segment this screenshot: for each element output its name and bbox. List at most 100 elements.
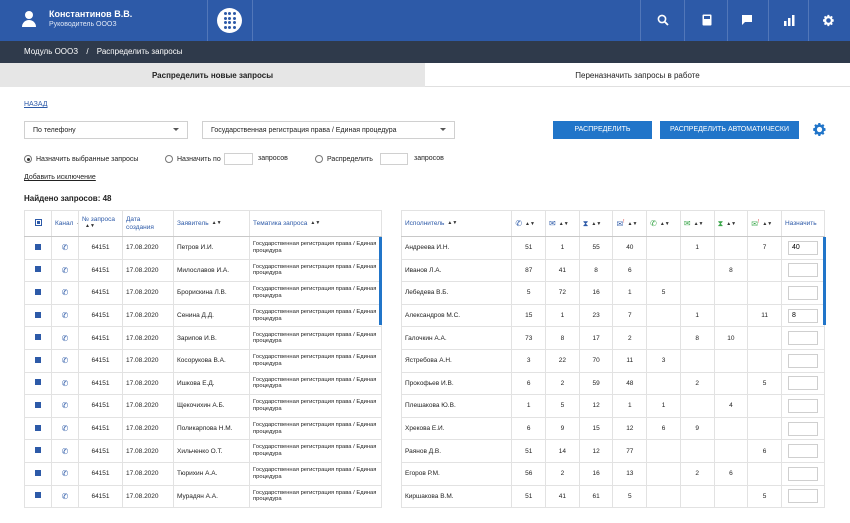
phone-icon: ✆ <box>61 401 69 411</box>
col-topic[interactable]: Тематика запроса ▲▼ <box>249 210 382 237</box>
select-all-checkbox[interactable] <box>24 210 52 237</box>
table-row[interactable]: Киршакова В.М. 51 41 61 5 5 <box>400 484 826 509</box>
col-mail[interactable]: ✉ ▲▼ <box>545 210 580 237</box>
assign-input[interactable] <box>787 489 818 504</box>
row-checkbox[interactable] <box>24 394 52 418</box>
table-row[interactable]: ✆ 64151 17.08.2020 Хильченко О.Т. Государств… <box>24 439 382 463</box>
distribute-count-input[interactable] <box>380 153 408 165</box>
assign-input[interactable] <box>787 240 818 255</box>
distribute-button[interactable]: РАСПРЕДЕЛИТЬ <box>553 121 652 139</box>
radio-distribute[interactable]: Распределить <box>315 155 373 163</box>
metric-cell <box>747 416 782 441</box>
channel-select[interactable]: По телефону <box>24 121 188 139</box>
row-checkbox[interactable] <box>24 461 52 486</box>
assign-input[interactable] <box>787 444 818 459</box>
metric-cell <box>646 439 681 463</box>
tab-reassign[interactable]: Переназначить запросы в работе <box>425 63 850 87</box>
table-row[interactable]: ✆ 64151 17.08.2020 Поликарпова Н.М. Государс… <box>24 416 382 441</box>
metric-cell <box>646 371 681 396</box>
table-row[interactable]: Ястребова А.Н. 3 22 70 11 3 <box>400 348 826 373</box>
row-checkbox[interactable] <box>24 326 52 350</box>
radio-assign-selected[interactable]: Назначить выбранные запросы <box>24 155 138 163</box>
table-row[interactable]: Андреева И.Н. 51 1 55 40 1 7 <box>400 236 826 260</box>
metric-cell: 10 <box>713 326 749 350</box>
back-link[interactable]: НАЗАД <box>24 101 48 108</box>
gear-icon[interactable] <box>820 12 836 28</box>
table-row[interactable]: Плешакова Ю.В. 1 5 12 1 1 4 <box>400 394 826 418</box>
table-row[interactable]: Лебедева В.Б. 5 72 16 1 5 <box>400 281 826 305</box>
col-applicant[interactable]: Заявитель ▲▼ <box>173 210 250 237</box>
row-checkbox[interactable] <box>24 303 52 328</box>
assign-input[interactable] <box>787 308 818 323</box>
table-row[interactable]: ✆ 64151 17.08.2020 Тюрихин А.А. Государствен… <box>24 461 382 486</box>
table-row[interactable]: ✆ 64151 17.08.2020 Петров И.И. Государственн… <box>24 236 382 260</box>
book-icon[interactable] <box>699 12 715 28</box>
metric-cell: 48 <box>612 371 648 396</box>
assign-input[interactable] <box>787 376 818 391</box>
dialpad-button[interactable] <box>217 8 242 33</box>
assign-input[interactable] <box>787 263 818 278</box>
row-checkbox[interactable] <box>24 348 52 373</box>
table-row[interactable]: ✆ 64151 17.08.2020 Милославов И.А. Государст… <box>24 258 382 283</box>
search-icon[interactable] <box>655 12 671 28</box>
metric-cell: 23 <box>578 303 614 328</box>
row-checkbox[interactable] <box>24 258 52 283</box>
col-mail-alert[interactable]: ✉! ▲▼ <box>612 210 648 237</box>
breadcrumb-module[interactable]: Модуль ОООЗ <box>24 47 78 56</box>
col-phone-green[interactable]: ✆ ▲▼ <box>646 210 681 237</box>
row-checkbox[interactable] <box>24 439 52 463</box>
row-checkbox[interactable] <box>24 281 52 305</box>
user-block[interactable]: Константинов В.В. Руководитель ОООЗ <box>22 9 132 28</box>
table-row[interactable]: ✆ 64151 17.08.2020 Косорукова В.А. Государст… <box>24 348 382 373</box>
col-channel[interactable]: Канал▲▼ <box>51 210 79 237</box>
service-select[interactable]: Государственная регистрация права / Един… <box>202 121 455 139</box>
assign-input[interactable] <box>787 331 818 346</box>
settings-gear-icon[interactable] <box>812 122 827 137</box>
table-row[interactable]: Раянов Д.В. 51 14 12 77 6 <box>400 439 826 463</box>
tab-distribute-new[interactable]: Распределить новые запросы <box>0 63 425 87</box>
row-checkbox[interactable] <box>24 236 52 260</box>
left-scrollbar[interactable] <box>379 237 382 325</box>
table-row[interactable]: ✆ 64151 17.08.2020 Мурадян А.А. Государствен… <box>24 484 382 509</box>
channel-cell: ✆ <box>51 394 79 418</box>
table-row[interactable]: Иванов Л.А. 87 41 8 6 8 <box>400 258 826 283</box>
add-exception-link[interactable]: Добавить исключение <box>24 174 96 181</box>
chat-icon[interactable] <box>739 12 755 28</box>
distribute-auto-button[interactable]: РАСПРЕДЕЛИТЬ АВТОМАТИЧЕСКИ <box>660 121 799 139</box>
table-row[interactable]: ✆ 64151 17.08.2020 Сенина Д.Д. Государственн… <box>24 303 382 328</box>
col-phone[interactable]: ✆ ▲▼ <box>511 210 547 237</box>
assign-input[interactable] <box>787 421 818 436</box>
row-checkbox[interactable] <box>24 484 52 509</box>
col-executor[interactable]: Исполнитель ▲▼ <box>400 210 513 237</box>
col-hourglass[interactable]: ⧗ ▲▼ <box>578 210 614 237</box>
col-mail-alert-green[interactable]: ✉! ▲▼ <box>747 210 782 237</box>
chart-icon[interactable] <box>781 12 797 28</box>
table-row[interactable]: Егоров Р.М. 56 2 16 13 2 6 <box>400 461 826 486</box>
executors-table: Исполнитель ▲▼ ✆ ▲▼ ✉ ▲▼ ⧗ ▲▼ ✉! ▲▼ ✆ ▲▼ ✉ ▲▼ ⧗… <box>400 210 826 509</box>
created-date: 17.08.2020 <box>122 439 174 463</box>
col-hourglass-green[interactable]: ⧗ ▲▼ <box>713 210 749 237</box>
assign-by-count-input[interactable] <box>224 153 253 165</box>
assign-input[interactable] <box>787 398 818 413</box>
assign-input[interactable] <box>787 285 818 300</box>
col-date[interactable]: Дата создания <box>122 210 174 237</box>
assign-input[interactable] <box>787 353 818 368</box>
col-mail-green[interactable]: ✉ ▲▼ <box>679 210 715 237</box>
table-row[interactable]: ✆ 64151 17.08.2020 Щекочихин А.Б. Государств… <box>24 394 382 418</box>
table-row[interactable]: Галочкин А.А. 73 8 17 2 8 10 <box>400 326 826 350</box>
radio-assign-by[interactable]: Назначить по <box>165 155 221 163</box>
table-row[interactable]: ✆ 64151 17.08.2020 Зарипов И.В. Государствен… <box>24 326 382 350</box>
table-row[interactable]: ✆ 64151 17.08.2020 Брорискина Л.В. Государст… <box>24 281 382 305</box>
row-checkbox[interactable] <box>24 371 52 396</box>
metric-cell: 8 <box>545 326 580 350</box>
col-num[interactable]: № запроса ▲▼ <box>78 210 123 237</box>
table-row[interactable]: Александров М.С. 15 1 23 7 1 11 <box>400 303 826 328</box>
table-row[interactable]: Прокофьев И.В. 6 2 59 48 2 5 <box>400 371 826 396</box>
assign-input[interactable] <box>787 466 818 481</box>
table-row[interactable]: ✆ 64151 17.08.2020 Ишкова Е.Д. Государственн… <box>24 371 382 396</box>
table-row[interactable]: Хрекова Е.И. 6 9 15 12 6 9 <box>400 416 826 441</box>
right-scrollbar[interactable] <box>823 237 826 325</box>
row-checkbox[interactable] <box>24 416 52 441</box>
chevron-down-icon <box>173 128 179 131</box>
phone-green-icon: ✆ <box>650 219 657 228</box>
